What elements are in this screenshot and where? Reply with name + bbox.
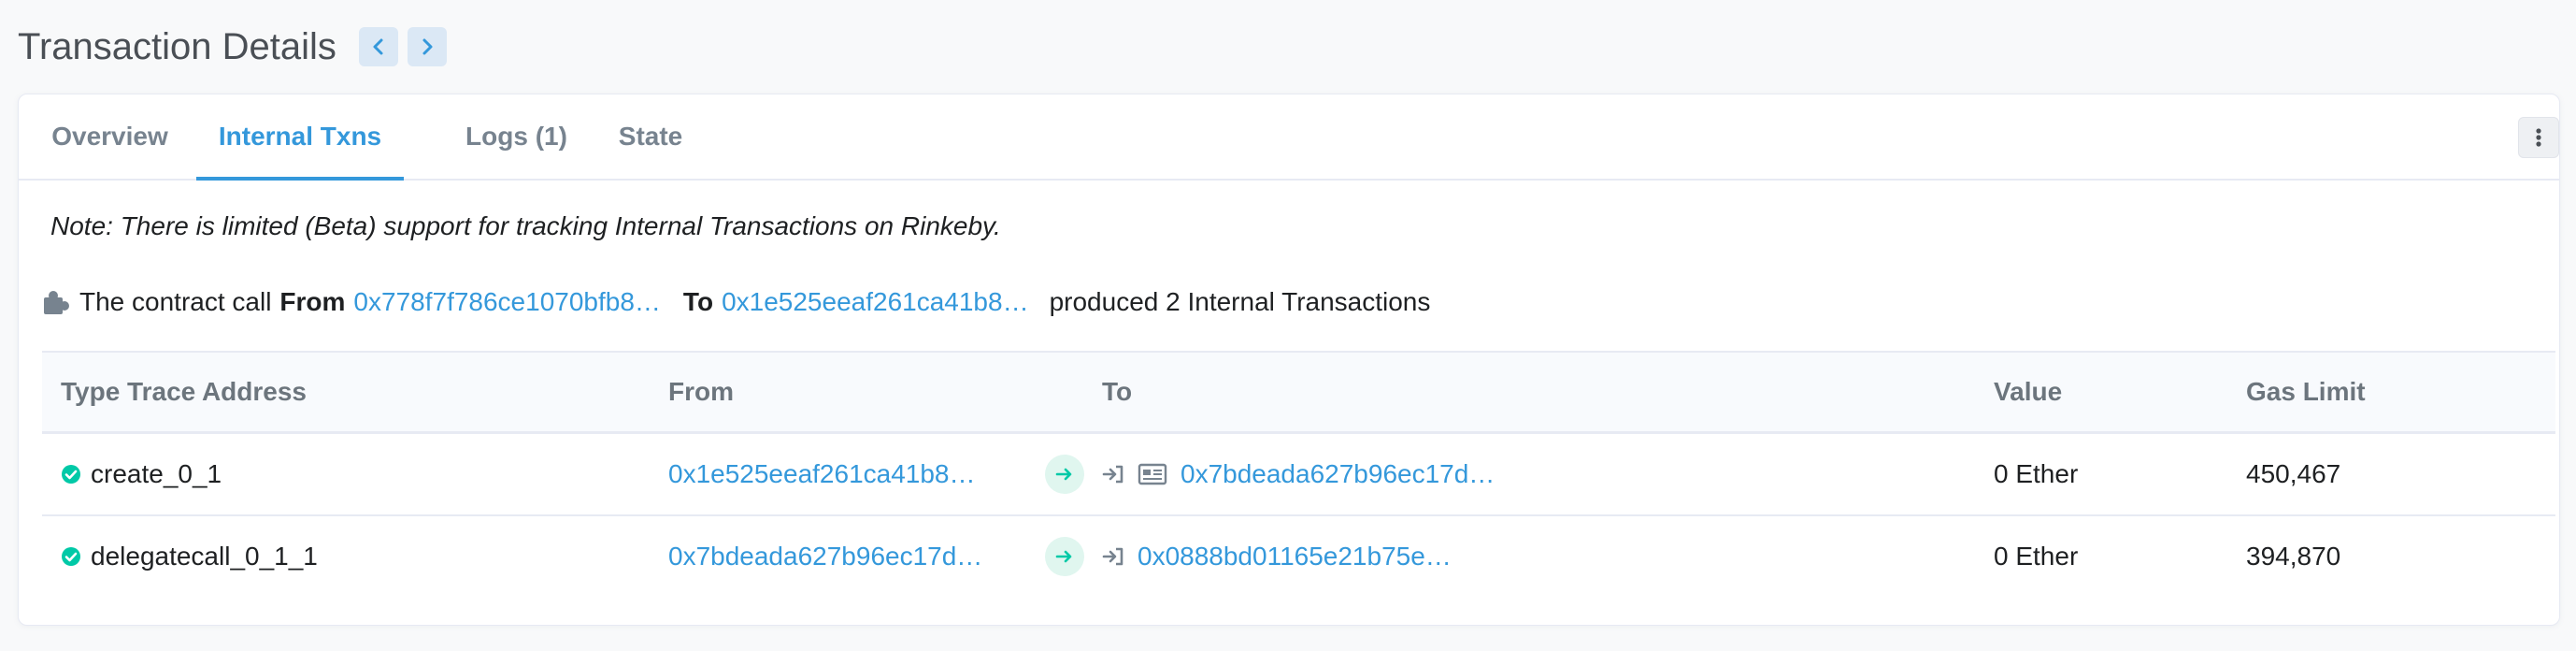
tab-logs[interactable]: Logs (1) [440,94,593,179]
arrow-right-icon [1045,537,1084,576]
page-title: Transaction Details [18,25,336,67]
column-header-to: To [1102,377,1133,406]
tab-internal-txns[interactable]: Internal Txns [196,94,404,181]
to-cell: 0x7bdeada627b96ec17d… [1102,434,1495,514]
tab-state[interactable]: State [604,94,697,179]
more-options-button[interactable] [2518,117,2559,158]
to-address-link[interactable]: 0x7bdeada627b96ec17d… [1181,459,1495,489]
value-cell: 0 Ether [1994,459,2079,488]
sign-in-icon [1102,546,1124,567]
gas-limit-cell: 450,467 [2246,459,2341,488]
success-check-icon [61,464,81,485]
contract-call-summary: The contract call From 0x778f7f786ce1070… [42,287,1430,317]
arrow-right-icon [1045,455,1084,494]
tab-bar: Overview Internal Txns Logs (1) State [19,94,2559,181]
next-transaction-button[interactable] [407,27,447,66]
tab-overview[interactable]: Overview [42,94,178,179]
chevron-right-icon [422,38,433,55]
column-header-type: Type Trace Address [61,377,308,406]
success-check-icon [61,546,81,567]
beta-note: Note: There is limited (Beta) support fo… [50,211,1001,240]
from-address-link[interactable]: 0x7bdeada627b96ec17d… [668,516,982,597]
to-address-link[interactable]: 0x0888bd01165e21b75e… [1138,542,1452,571]
contract-file-icon [1138,463,1167,485]
sign-in-icon [1102,464,1124,485]
transaction-card: Overview Internal Txns Logs (1) State No… [18,94,2560,626]
column-header-gas-limit: Gas Limit [2246,377,2366,406]
trace-type: delegatecall_0_1_1 [91,542,318,571]
direction-indicator [1045,434,1084,514]
from-address-text[interactable]: 0x7bdeada627b96ec17d… [668,542,982,571]
type-cell: create_0_1 [61,434,222,514]
column-header-from: From [668,377,734,406]
chevron-left-icon [373,38,383,55]
gas-limit-cell: 394,870 [2246,542,2341,571]
summary-from-label: From [279,287,346,316]
trace-type: create_0_1 [91,459,222,488]
internal-txns-table: Type Trace Address From To Value Gas Lim… [42,351,2555,597]
summary-prefix: The contract call [79,287,272,316]
summary-to-address-link[interactable]: 0x1e525eeaf261ca41b8… [722,287,1029,317]
prev-transaction-button[interactable] [358,27,398,66]
type-cell: delegatecall_0_1_1 [61,516,318,597]
page-header: Transaction Details [18,19,456,75]
table-row: delegatecall_0_1_1 0x7bdeada627b96ec17d… [42,516,2555,597]
summary-to-label: To [682,287,714,316]
value-cell: 0 Ether [1994,542,2079,571]
table-row: create_0_1 0x1e525eeaf261ca41b8… 0x7bdea… [42,434,2555,516]
puzzle-piece-icon [42,288,72,316]
summary-from-address-link[interactable]: 0x778f7f786ce1070bfb8… [353,287,661,317]
column-header-value: Value [1994,377,2063,406]
direction-indicator [1045,516,1084,597]
table-header: Type Trace Address From To Value Gas Lim… [42,351,2555,434]
summary-suffix: produced 2 Internal Transactions [1049,287,1431,316]
more-vertical-icon [2536,128,2541,147]
from-address-text[interactable]: 0x1e525eeaf261ca41b8… [668,459,976,489]
to-cell: 0x0888bd01165e21b75e… [1102,516,1452,597]
from-address-link[interactable]: 0x1e525eeaf261ca41b8… [668,434,976,514]
